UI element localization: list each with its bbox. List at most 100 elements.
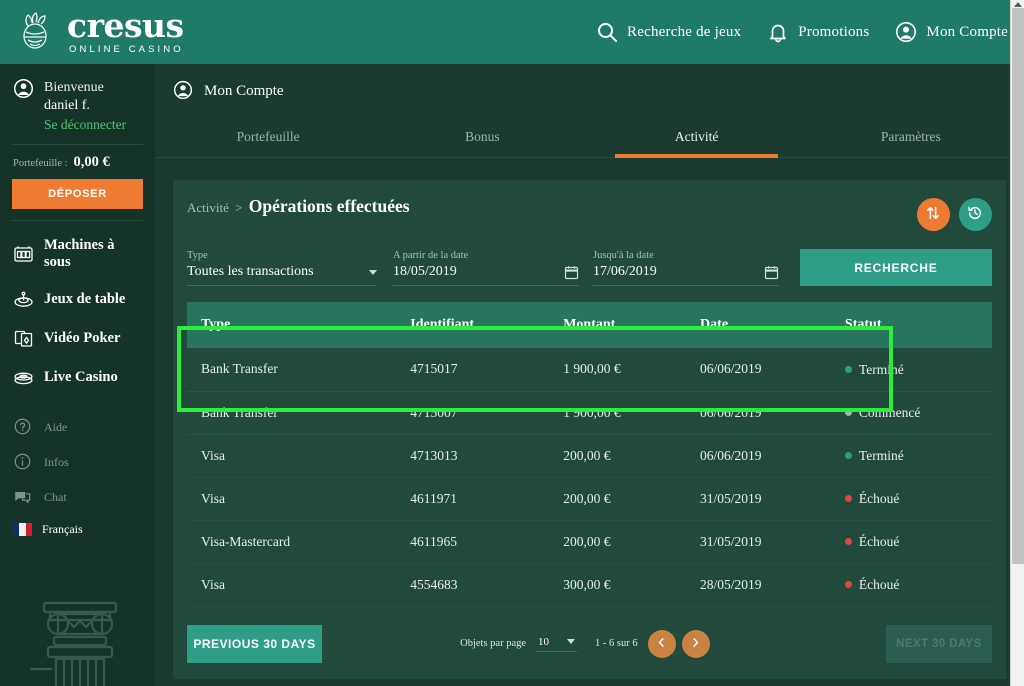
sidebar-item-chat[interactable]: Chat xyxy=(12,480,143,515)
account-circle-icon xyxy=(895,21,917,43)
history-button[interactable] xyxy=(959,198,992,231)
status-badge: Échoué xyxy=(859,491,899,506)
column-header-montant[interactable]: Montant xyxy=(549,302,686,348)
breadcrumb-current: Opérations effectuées xyxy=(249,196,410,216)
cell-identifiant: 4611971 xyxy=(396,477,549,520)
cell-type: Bank Transfer xyxy=(187,391,396,434)
scrollbar-thumb[interactable] xyxy=(1012,8,1024,564)
filter-from-label: A partir de la date xyxy=(393,250,579,261)
scroll-up-arrow-icon[interactable] xyxy=(1011,0,1024,8)
sidebar-item-label: Aide xyxy=(44,420,67,435)
welcome-block: Bienvenue daniel f. Se déconnecter xyxy=(12,64,143,133)
sidebar-item-live-casino[interactable]: Live Casino xyxy=(12,358,143,397)
table-body: Bank Transfer47150171 900,00 €06/06/2019… xyxy=(187,348,992,606)
sidebar-item-video-poker[interactable]: Vidéo Poker xyxy=(12,319,143,358)
calendar-icon[interactable] xyxy=(564,265,579,280)
pagination-controls: Objets par page 10 1 - 6 sur 6 xyxy=(410,630,710,658)
french-flag-icon xyxy=(13,523,32,536)
sidebar-item-label: Machines à sous xyxy=(44,237,142,271)
chevron-right-icon xyxy=(690,636,701,651)
sidebar-item-machines-a-sous[interactable]: Machines à sous xyxy=(12,228,143,280)
status-badge: Terminé xyxy=(859,448,904,463)
status-badge: Commencé xyxy=(859,405,920,420)
cell-montant: 200,00 € xyxy=(549,434,686,477)
cell-statut: Terminé xyxy=(831,434,992,477)
sidebar-item-label: Infos xyxy=(44,455,69,470)
next-page-button[interactable] xyxy=(682,630,710,658)
tab-portefeuille[interactable]: Portefeuille xyxy=(161,119,375,157)
tab-activite[interactable]: Activité xyxy=(589,119,803,157)
card-header: Activité > Opérations effectuées xyxy=(187,196,992,231)
welcome-greeting: Bienvenue xyxy=(44,80,104,95)
table-row[interactable]: Visa-Mastercard4611965200,00 €31/05/2019… xyxy=(187,520,992,563)
logout-link[interactable]: Se déconnecter xyxy=(44,116,126,133)
previous-30-days-button[interactable]: PREVIOUS 30 DAYS xyxy=(187,625,322,663)
sidebar-item-aide[interactable]: Aide xyxy=(12,410,143,445)
column-header-type[interactable]: Type xyxy=(187,302,396,348)
sidebar-item-language[interactable]: Français xyxy=(12,515,143,544)
table-row[interactable]: Bank Transfer47150171 900,00 €06/06/2019… xyxy=(187,348,992,391)
column-header-statut[interactable]: Statut xyxy=(831,302,992,348)
calendar-icon[interactable] xyxy=(764,265,779,280)
type-select[interactable]: Toutes les transactions xyxy=(187,264,377,286)
from-date-value: 18/05/2019 xyxy=(393,264,564,280)
sidebar-main-nav: Machines à sous Jeux de table xyxy=(12,221,143,397)
card-action-buttons xyxy=(917,196,992,231)
status-dot-icon xyxy=(845,581,852,588)
next-30-days-button[interactable]: NEXT 30 DAYS xyxy=(886,625,992,663)
main-content: Mon Compte Portefeuille Bonus Activité P… xyxy=(155,64,1024,686)
per-page-label: Objets par page xyxy=(460,638,526,649)
wallet-balance: 0,00 € xyxy=(74,154,110,171)
tab-parametres[interactable]: Paramètres xyxy=(804,119,1018,157)
deposit-button[interactable]: DÉPOSER xyxy=(12,179,143,209)
sidebar-item-label: Vidéo Poker xyxy=(44,330,120,347)
table-row[interactable]: Bank Transfer47150071 900,00 €06/06/2019… xyxy=(187,391,992,434)
cell-montant: 1 900,00 € xyxy=(549,391,686,434)
cell-montant: 300,00 € xyxy=(549,563,686,606)
playing-cards-icon xyxy=(13,328,34,349)
to-date-input[interactable]: 17/06/2019 xyxy=(593,264,779,286)
breadcrumb-parent[interactable]: Activité xyxy=(187,200,229,215)
cell-montant: 1 900,00 € xyxy=(549,348,686,391)
column-header-date[interactable]: Date xyxy=(686,302,831,348)
cell-identifiant: 4611965 xyxy=(396,520,549,563)
history-clock-icon xyxy=(967,205,983,224)
breadcrumb: Activité > Opérations effectuées xyxy=(187,196,410,217)
cell-montant: 200,00 € xyxy=(549,520,686,563)
transactions-table: Type Identifiant Montant Date Statut Ban… xyxy=(187,302,992,607)
slot-machine-icon xyxy=(13,244,34,265)
tab-bonus[interactable]: Bonus xyxy=(375,119,589,157)
table-footer: PREVIOUS 30 DAYS Objets par page 10 1 - … xyxy=(187,607,992,679)
search-button[interactable]: RECHERCHE xyxy=(800,249,992,286)
previous-page-button[interactable] xyxy=(648,630,676,658)
type-select-value: Toutes les transactions xyxy=(187,264,369,280)
from-date-input[interactable]: 18/05/2019 xyxy=(393,264,579,286)
cell-date: 31/05/2019 xyxy=(686,520,831,563)
page-scrollbar[interactable] xyxy=(1010,0,1024,686)
sidebar-item-jeux-de-table[interactable]: Jeux de table xyxy=(12,280,143,319)
nav-label: Recherche de jeux xyxy=(627,24,741,41)
cell-date: 28/05/2019 xyxy=(686,563,831,606)
column-header-identifiant[interactable]: Identifiant xyxy=(396,302,549,348)
cell-statut: Échoué xyxy=(831,563,992,606)
cell-date: 31/05/2019 xyxy=(686,477,831,520)
breadcrumb-separator: > xyxy=(235,200,242,215)
welcome-username: daniel f. xyxy=(44,98,90,113)
per-page-select[interactable]: 10 xyxy=(536,636,577,652)
status-dot-icon xyxy=(845,452,852,459)
table-row[interactable]: Visa4713013200,00 €06/06/2019Terminé xyxy=(187,434,992,477)
wallet-row: Portefeuille : 0,00 € xyxy=(12,145,143,171)
nav-item-mon-compte[interactable]: Mon Compte xyxy=(895,21,1008,43)
sidebar-item-infos[interactable]: Infos xyxy=(12,445,143,480)
brand-logo[interactable]: cresus ONLINE CASINO xyxy=(14,9,184,55)
laurel-crown-logo-icon xyxy=(14,10,58,54)
table-row[interactable]: Visa4611971200,00 €31/05/2019Échoué xyxy=(187,477,992,520)
status-dot-icon xyxy=(845,366,852,373)
logo-tagline: ONLINE CASINO xyxy=(67,45,184,55)
table-row[interactable]: Visa4554683300,00 €28/05/2019Échoué xyxy=(187,563,992,606)
chevron-down-icon xyxy=(567,639,575,644)
transfer-sort-button[interactable] xyxy=(917,198,950,231)
chevron-down-icon xyxy=(369,270,377,275)
nav-item-promotions[interactable]: Promotions xyxy=(767,21,869,43)
nav-item-recherche-de-jeux[interactable]: Recherche de jeux xyxy=(596,21,741,43)
